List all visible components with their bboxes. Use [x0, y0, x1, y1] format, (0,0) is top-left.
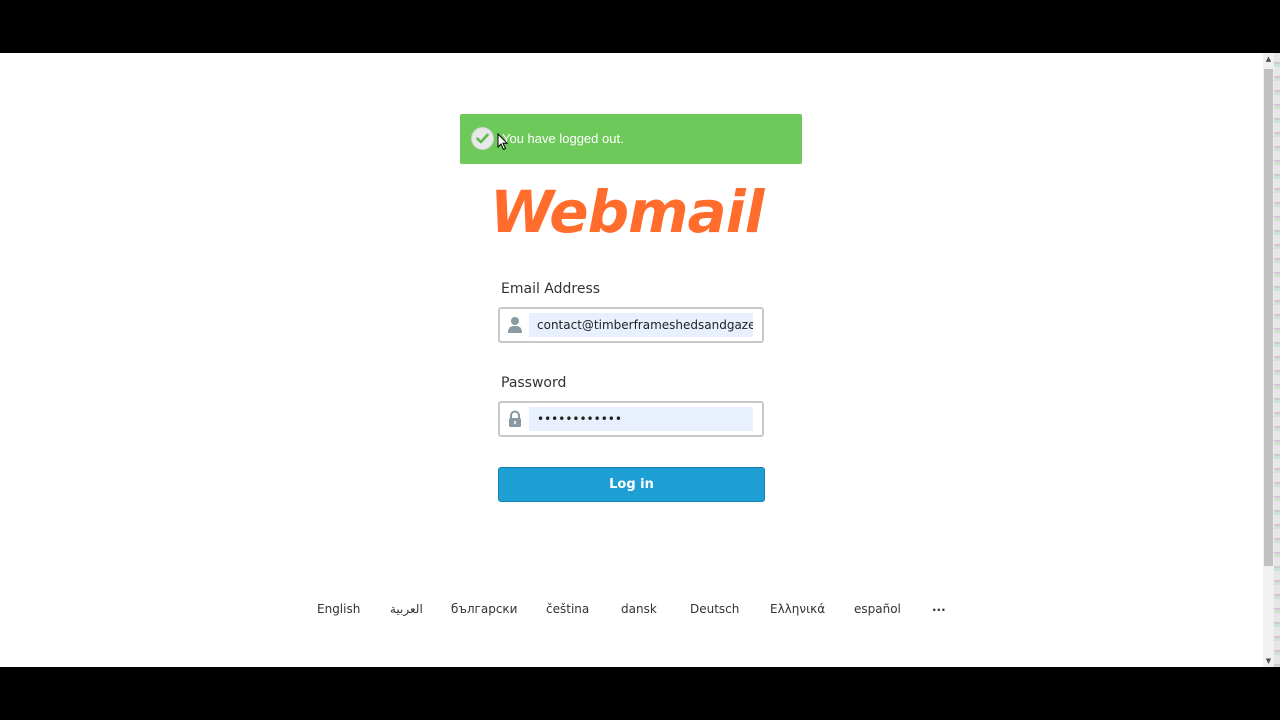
webmail-logo: Webmail [490, 179, 780, 245]
mouse-cursor-icon [497, 133, 509, 151]
language-link-english[interactable]: English [317, 602, 360, 616]
more-languages-link[interactable]: ... [932, 600, 946, 614]
password-input[interactable]: •••••••••••• [529, 407, 753, 431]
language-link-bulgarian[interactable]: български [451, 602, 517, 616]
language-link-danish[interactable]: dansk [621, 602, 657, 616]
password-label: Password [501, 375, 567, 391]
language-link-czech[interactable]: čeština [546, 602, 589, 616]
language-link-arabic[interactable]: العربية [390, 602, 423, 616]
email-input-group: contact@timberframeshedsandgazeb [498, 307, 764, 343]
language-link-spanish[interactable]: español [854, 602, 901, 616]
language-link-greek[interactable]: Ελληνικά [770, 602, 825, 616]
scrollbar-thumb[interactable] [1264, 69, 1273, 566]
logout-alert: You have logged out. [460, 114, 802, 164]
scroll-up-arrow-icon[interactable]: ▲ [1263, 53, 1274, 65]
email-input[interactable]: contact@timberframeshedsandgazeb [529, 313, 753, 337]
user-icon [507, 316, 523, 334]
browser-viewport: You have logged out. Webmail Email Addre… [0, 53, 1280, 667]
lock-icon [507, 410, 523, 428]
window-edge [1274, 53, 1280, 667]
email-label: Email Address [501, 281, 601, 297]
check-circle-icon [471, 127, 494, 150]
language-link-german[interactable]: Deutsch [690, 602, 739, 616]
logo-text: Webmail [490, 178, 764, 246]
scroll-down-arrow-icon[interactable]: ▼ [1263, 655, 1274, 667]
password-input-group: •••••••••••• [498, 401, 764, 437]
alert-message: You have logged out. [502, 131, 624, 146]
login-page: You have logged out. Webmail Email Addre… [0, 53, 1263, 667]
login-button[interactable]: Log in [498, 467, 765, 502]
vertical-scrollbar[interactable]: ▲ ▼ [1263, 53, 1274, 667]
